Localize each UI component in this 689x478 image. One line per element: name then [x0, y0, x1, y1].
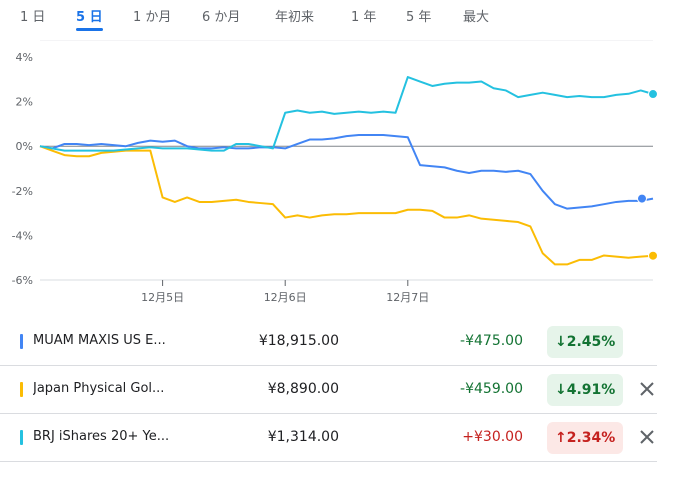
- tab-5-day[interactable]: 5 日: [76, 6, 103, 31]
- tab-max[interactable]: 最大: [463, 6, 489, 25]
- y-tick-label: -6%: [12, 274, 33, 287]
- x-tick-label: 12月5日: [141, 291, 184, 304]
- holding-price: ¥8,890.00: [267, 381, 339, 397]
- y-tick-label: -4%: [12, 229, 33, 242]
- series-color-swatch: [20, 430, 23, 445]
- series-color-swatch: [20, 334, 23, 349]
- series-end-marker: [637, 193, 647, 204]
- holding-change: -¥475.00: [460, 333, 523, 349]
- tab-5-year[interactable]: 5 年: [406, 6, 431, 25]
- holding-change: -¥459.00: [460, 381, 523, 397]
- y-tick-label: 4%: [16, 51, 33, 64]
- y-tick-label: 0%: [16, 140, 33, 153]
- holding-price: ¥1,314.00: [267, 429, 339, 445]
- x-tick-label: 12月6日: [264, 291, 307, 304]
- y-tick-label: -2%: [12, 185, 33, 198]
- series-end-marker: [648, 250, 658, 261]
- holding-row-brj[interactable]: BRJ iShares 20+ Ye... ¥1,314.00 +¥30.00 …: [0, 414, 657, 462]
- holding-row-muam[interactable]: MUAM MAXIS US E... ¥18,915.00 -¥475.00 ↓…: [0, 318, 657, 366]
- tab-ytd[interactable]: 年初来: [275, 6, 314, 25]
- tab-1-month[interactable]: 1 か月: [133, 6, 171, 25]
- percent-change-badge: ↑2.34%: [547, 422, 624, 454]
- close-icon[interactable]: [636, 378, 658, 400]
- holding-change: +¥30.00: [462, 429, 523, 445]
- arrow-down-icon: ↓: [555, 382, 567, 398]
- holding-price: ¥18,915.00: [258, 333, 339, 349]
- tab-1-day[interactable]: 1 日: [20, 6, 45, 25]
- series-line: [39, 145, 654, 266]
- close-icon[interactable]: [636, 426, 658, 448]
- holding-name: BRJ iShares 20+ Ye...: [33, 429, 170, 444]
- range-tabs: 1 日 5 日 1 か月 6 か月 年初来 1 年 5 年 最大: [0, 0, 689, 34]
- y-tick-label: 2%: [16, 96, 33, 109]
- arrow-up-icon: ↑: [555, 430, 567, 446]
- holding-row-gold[interactable]: Japan Physical Gol... ¥8,890.00 -¥459.00…: [0, 366, 657, 414]
- tab-6-month[interactable]: 6 か月: [202, 6, 240, 25]
- series-end-marker: [648, 89, 658, 100]
- arrow-down-icon: ↓: [555, 334, 567, 350]
- holding-name: Japan Physical Gol...: [33, 381, 165, 396]
- percent-change-badge: ↓4.91%: [547, 374, 624, 406]
- tab-1-year[interactable]: 1 年: [351, 6, 376, 25]
- series-color-swatch: [20, 382, 23, 397]
- percent-change-badge: ↓2.45%: [547, 326, 624, 358]
- comparison-line-chart: 4% 2% 0% -2% -4% -6% 12月5日 12月6日 12月7日: [12, 40, 658, 304]
- active-tab-indicator: [76, 28, 103, 31]
- holding-name: MUAM MAXIS US E...: [33, 333, 166, 348]
- x-tick-label: 12月7日: [386, 291, 429, 304]
- series-line: [39, 76, 654, 152]
